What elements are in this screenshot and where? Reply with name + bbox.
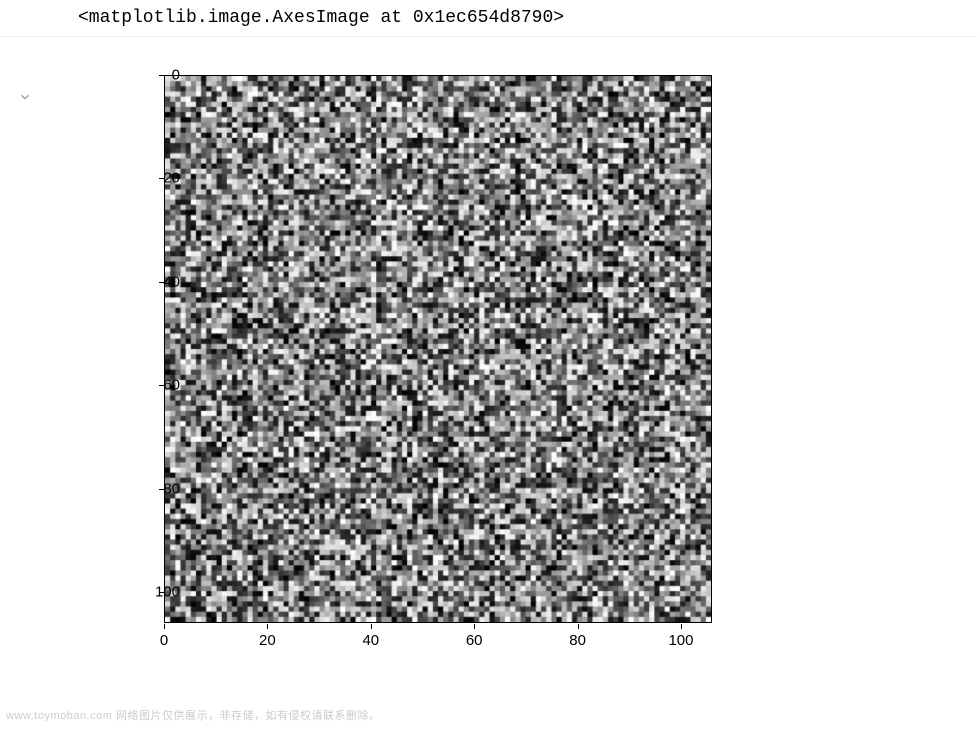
- x-tick-mark: [164, 624, 165, 629]
- matplotlib-figure: 020406080100020406080100: [0, 37, 978, 677]
- x-tick-mark: [267, 624, 268, 629]
- x-tick-mark: [474, 624, 475, 629]
- x-tick-label: 40: [351, 632, 391, 649]
- x-tick-label: 0: [144, 632, 184, 649]
- x-tick-label: 80: [558, 632, 598, 649]
- heatmap-image: [164, 75, 712, 623]
- x-tick-label: 20: [247, 632, 287, 649]
- plot-axes: 020406080100020406080100: [40, 57, 740, 677]
- y-tick-mark: [159, 282, 164, 283]
- x-tick-label: 100: [661, 632, 701, 649]
- x-tick-mark: [578, 624, 579, 629]
- x-tick-label: 60: [454, 632, 494, 649]
- x-tick-mark: [371, 624, 372, 629]
- y-tick-mark: [159, 385, 164, 386]
- x-tick-mark: [681, 624, 682, 629]
- y-tick-mark: [159, 75, 164, 76]
- y-tick-mark: [159, 489, 164, 490]
- y-tick-mark: [159, 178, 164, 179]
- output-repr-text: <matplotlib.image.AxesImage at 0x1ec654d…: [0, 0, 978, 37]
- y-tick-mark: [159, 592, 164, 593]
- watermark-text: www.toymoban.com 网络图片仅供展示，非存储，如有侵权请联系删除。: [6, 707, 381, 723]
